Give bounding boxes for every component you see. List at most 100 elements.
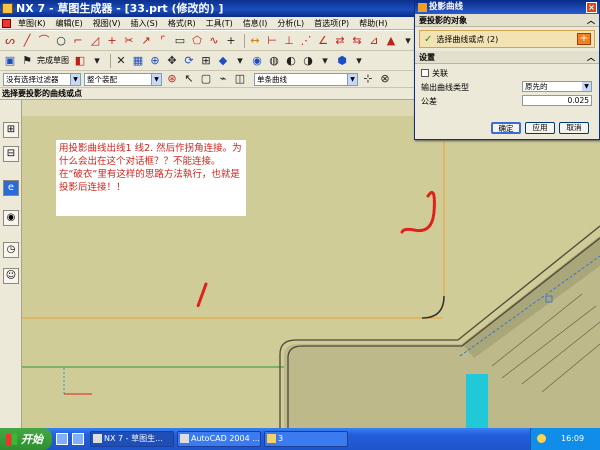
spline-icon[interactable]: ∿	[207, 34, 221, 48]
nx-app-icon	[2, 3, 13, 14]
rectangle-icon[interactable]: ▭	[173, 34, 187, 48]
close-sketch-icon[interactable]: ✕	[114, 54, 128, 68]
chevron-down-icon: ▼	[151, 73, 161, 85]
menu-format[interactable]: 格式(R)	[163, 18, 201, 29]
extend-icon[interactable]: ↗	[139, 34, 153, 48]
menu-analysis[interactable]: 分析(L)	[272, 18, 309, 29]
fillet-icon[interactable]: ⌐	[71, 34, 85, 48]
ok-button[interactable]: 确定	[491, 122, 521, 134]
render-style-icon[interactable]: ◆	[216, 54, 230, 68]
curve-rule-combo[interactable]: 单条曲线 ▼	[254, 72, 358, 86]
chamfer-icon[interactable]: ◿	[88, 34, 102, 48]
shaded-icon[interactable]: ◉	[250, 54, 264, 68]
measure-icon[interactable]: ◐	[284, 54, 298, 68]
more-view-icon[interactable]: ▾	[352, 54, 366, 68]
select-body-icon[interactable]: ◫	[233, 72, 247, 86]
select-feature-icon[interactable]: ↖	[182, 72, 196, 86]
folder-icon	[267, 434, 276, 443]
task-nx[interactable]: NX 7 - 草图生...	[90, 431, 174, 447]
rotate-icon[interactable]: ⟳	[182, 54, 196, 68]
start-button[interactable]: 开始	[0, 428, 52, 450]
output-type-select[interactable]: 原先的 ▼	[522, 81, 592, 92]
finish-sketch-button[interactable]: 完成草图	[37, 55, 69, 66]
profile-icon[interactable]: ᔕ	[3, 34, 17, 48]
settings-section-header[interactable]: 设置 ︿	[415, 51, 599, 64]
finish-sketch-flag-icon[interactable]: ⚑	[20, 54, 34, 68]
objects-section-header[interactable]: 要投影的对象 ︿	[415, 14, 599, 27]
menu-view[interactable]: 视图(V)	[88, 18, 126, 29]
cancel-button[interactable]: 取消	[559, 122, 589, 134]
task-folder[interactable]: 3	[264, 431, 348, 447]
tolerance-input[interactable]: 0.025	[522, 95, 592, 106]
alternate-solution-icon[interactable]: ⇆	[350, 34, 364, 48]
view-style-icon[interactable]: ▾	[233, 54, 247, 68]
ie-quicklaunch-icon[interactable]	[72, 433, 84, 445]
select-general-icon[interactable]: ⊛	[165, 72, 179, 86]
close-icon[interactable]: ×	[586, 2, 597, 13]
select-edge-icon[interactable]: ⌁	[216, 72, 230, 86]
background-icon[interactable]: ▾	[318, 54, 332, 68]
point-icon[interactable]: +	[105, 34, 119, 48]
animate-icon[interactable]: ▲	[384, 34, 398, 48]
output-type-value: 原先的	[525, 82, 548, 91]
type-filter-combo[interactable]: 没有选择过滤器 ▼	[3, 72, 81, 86]
menu-tools[interactable]: 工具(T)	[201, 18, 238, 29]
layer-icon[interactable]: ◑	[301, 54, 315, 68]
menu-edit[interactable]: 编辑(E)	[51, 18, 88, 29]
show-desktop-icon[interactable]	[56, 433, 68, 445]
dialog-title-bar[interactable]: 投影曲线 ×	[415, 1, 599, 14]
chevron-up-icon: ︿	[587, 16, 595, 25]
snap-icon[interactable]: ⊹	[361, 72, 375, 86]
pan-icon[interactable]: ✥	[165, 54, 179, 68]
clock[interactable]: 16:09	[561, 434, 584, 443]
task-autocad-label: AutoCAD 2004 ...	[191, 434, 260, 443]
document-icon[interactable]	[2, 18, 11, 28]
browser-icon[interactable]: e	[3, 180, 19, 196]
menu-information[interactable]: 信息(I)	[238, 18, 273, 29]
polygon-icon[interactable]: ⬠	[190, 34, 204, 48]
separator	[244, 33, 245, 48]
task-autocad[interactable]: AutoCAD 2004 ...	[177, 431, 261, 447]
dialog-buttons: 确定 应用 取消	[415, 122, 599, 134]
assembly-scope-combo[interactable]: 整个装配 ▼	[84, 72, 162, 86]
apply-button[interactable]: 应用	[525, 122, 555, 134]
history-icon[interactable]: ◉	[3, 210, 19, 226]
tray-icon[interactable]	[537, 434, 546, 443]
menu-preferences[interactable]: 首选项(P)	[309, 18, 354, 29]
arc-icon[interactable]: ⌒	[37, 34, 51, 48]
circle-icon[interactable]: ○	[54, 34, 68, 48]
fit-icon[interactable]: ▦	[131, 54, 145, 68]
section-icon[interactable]: ⬢	[335, 54, 349, 68]
part-navigator-icon[interactable]: ⊟	[3, 146, 19, 162]
select-curve-row[interactable]: ✓ 选择曲线或点 (2) +	[419, 30, 595, 48]
start-label: 开始	[21, 433, 43, 446]
offset-icon[interactable]: +	[224, 34, 238, 48]
constraint-icon[interactable]: ⊥	[282, 34, 296, 48]
show-constraints-icon[interactable]: ⋰	[299, 34, 313, 48]
trim-icon[interactable]: ✂	[122, 34, 136, 48]
more-tools-icon[interactable]: ▾	[401, 34, 415, 48]
associative-checkbox[interactable]	[421, 69, 429, 77]
corner-icon[interactable]: ⌜	[156, 34, 170, 48]
stop-at-intersection-icon[interactable]: ⊗	[378, 72, 392, 86]
select-face-icon[interactable]: ▢	[199, 72, 213, 86]
horizontal-dimension-icon[interactable]: ⊢	[265, 34, 279, 48]
convert-reference-icon[interactable]: ⇄	[333, 34, 347, 48]
menu-help[interactable]: 帮助(H)	[354, 18, 392, 29]
sketch-name-icon[interactable]: ◧	[73, 54, 87, 68]
assembly-navigator-icon[interactable]: ⊞	[3, 122, 19, 138]
zoom-icon[interactable]: ⊕	[148, 54, 162, 68]
orient-view-icon[interactable]: ⊞	[199, 54, 213, 68]
line-icon[interactable]: ╱	[20, 34, 34, 48]
dropdown-chevron-icon[interactable]: ▾	[90, 54, 104, 68]
clock-icon[interactable]: ◷	[3, 242, 19, 258]
camera-icon[interactable]: ◍	[267, 54, 281, 68]
crosshair-select-icon[interactable]: +	[577, 33, 591, 45]
angle-constraint-icon[interactable]: ∠	[316, 34, 330, 48]
dimension-icon[interactable]: ↔	[248, 34, 262, 48]
auto-constrain-icon[interactable]: ⊿	[367, 34, 381, 48]
menu-sketch[interactable]: 草图(K)	[13, 18, 51, 29]
roles-icon[interactable]: ☺	[3, 268, 19, 284]
menu-insert[interactable]: 插入(S)	[126, 18, 163, 29]
save-icon[interactable]: ▣	[3, 54, 17, 68]
